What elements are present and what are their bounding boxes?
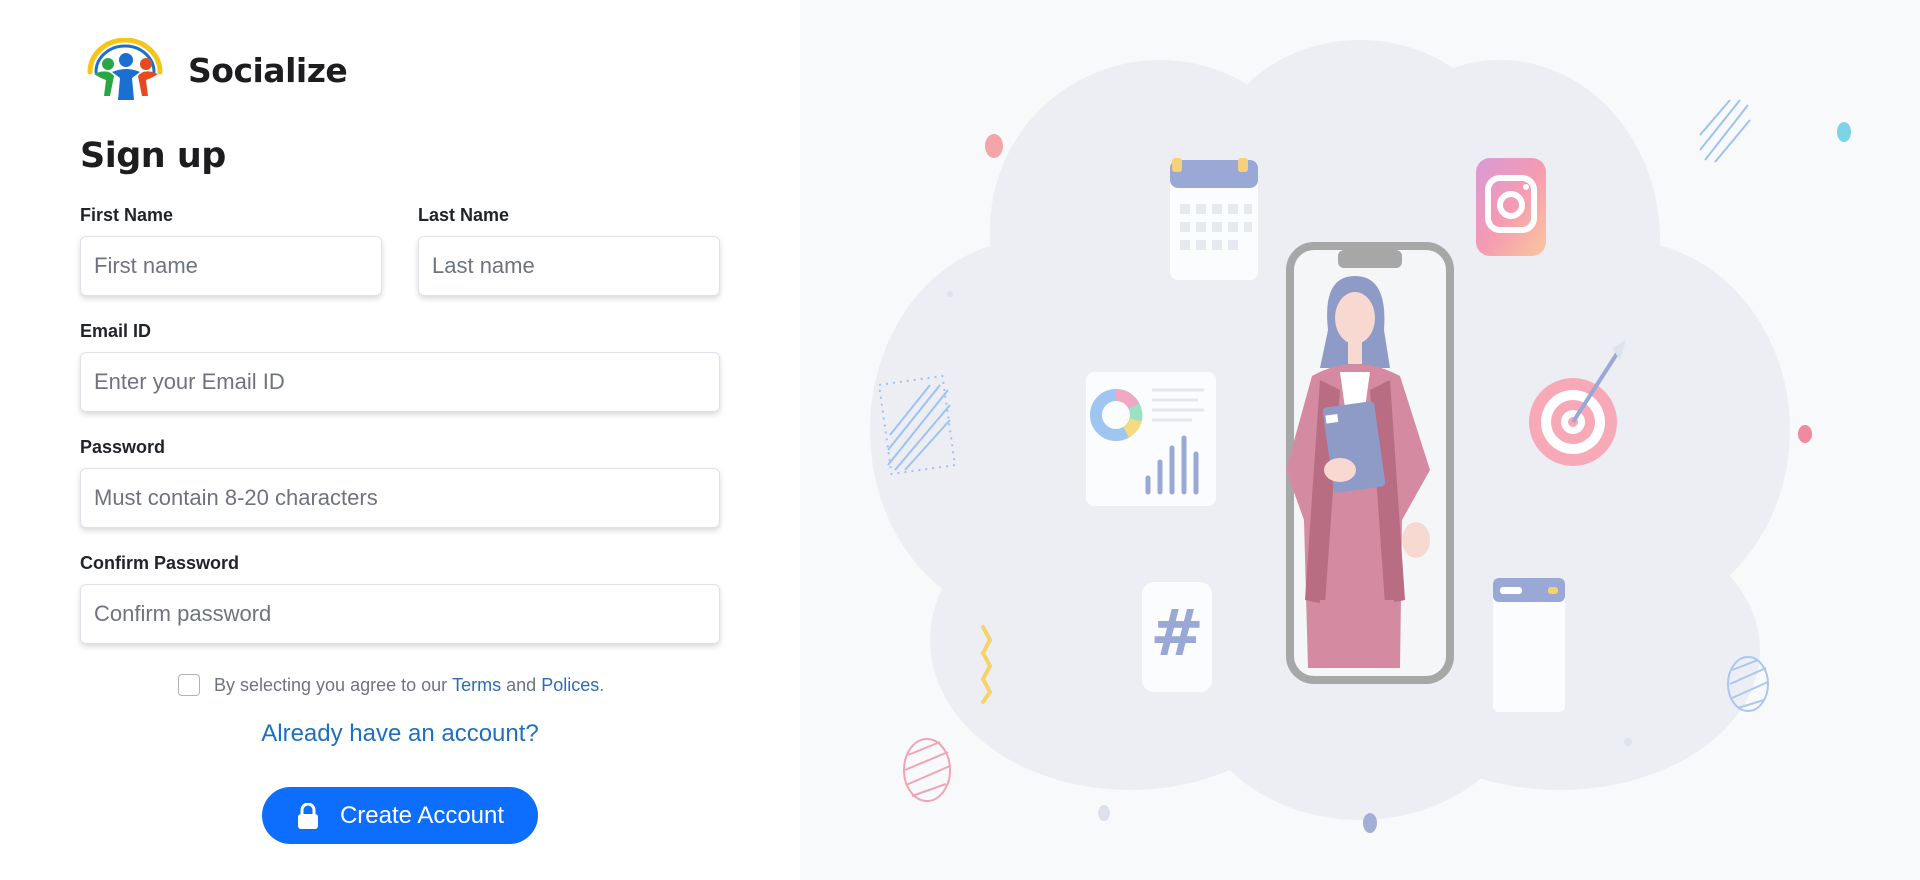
last-name-label: Last Name — [418, 205, 510, 225]
terms-link[interactable]: Terms — [452, 675, 501, 696]
terms-and: and — [506, 675, 537, 695]
hatched-square-right — [1699, 99, 1751, 163]
signin-link[interactable]: Already have an account? — [261, 720, 539, 747]
last-name-input[interactable] — [418, 236, 720, 296]
create-account-label: Create Account — [339, 801, 505, 829]
illustration-panel: # — [800, 0, 1920, 880]
create-account-button[interactable]: Create Account — [262, 787, 538, 844]
confirm-password-label: Confirm Password — [80, 553, 240, 573]
calendar-icon — [1170, 158, 1258, 280]
confirm-password-input[interactable] — [80, 584, 720, 644]
browser-window-icon — [1493, 578, 1565, 712]
instagram-icon — [1476, 158, 1546, 256]
brand[interactable]: Socialize — [84, 38, 348, 102]
illustration: # — [870, 40, 1851, 833]
password-input[interactable] — [80, 468, 720, 528]
terms-suffix: . — [599, 675, 605, 695]
terms-agreement: By selecting you agree to our Terms and … — [178, 673, 605, 696]
email-label: Email ID — [80, 321, 152, 341]
page-title: Sign up — [80, 136, 226, 176]
hashtag-icon: # — [1142, 582, 1212, 692]
brand-name: Socialize — [188, 50, 348, 90]
password-label: Password — [80, 437, 166, 457]
terms-prefix: By selecting you agree to our — [214, 675, 448, 695]
signin-link-row: Already have an account? — [0, 720, 800, 748]
email-input[interactable] — [80, 352, 720, 412]
first-name-input[interactable] — [80, 236, 382, 296]
policies-link[interactable]: Polices — [541, 675, 599, 696]
hatched-circle-left — [903, 738, 951, 802]
first-name-label: First Name — [80, 205, 174, 225]
logo-icon — [87, 38, 163, 100]
lock-icon — [297, 802, 318, 829]
signup-panel: Socialize Sign up First Name Last Name E… — [0, 0, 800, 880]
chart-card — [1086, 372, 1216, 506]
svg-text:#: # — [1150, 597, 1204, 671]
terms-checkbox[interactable] — [178, 673, 200, 696]
